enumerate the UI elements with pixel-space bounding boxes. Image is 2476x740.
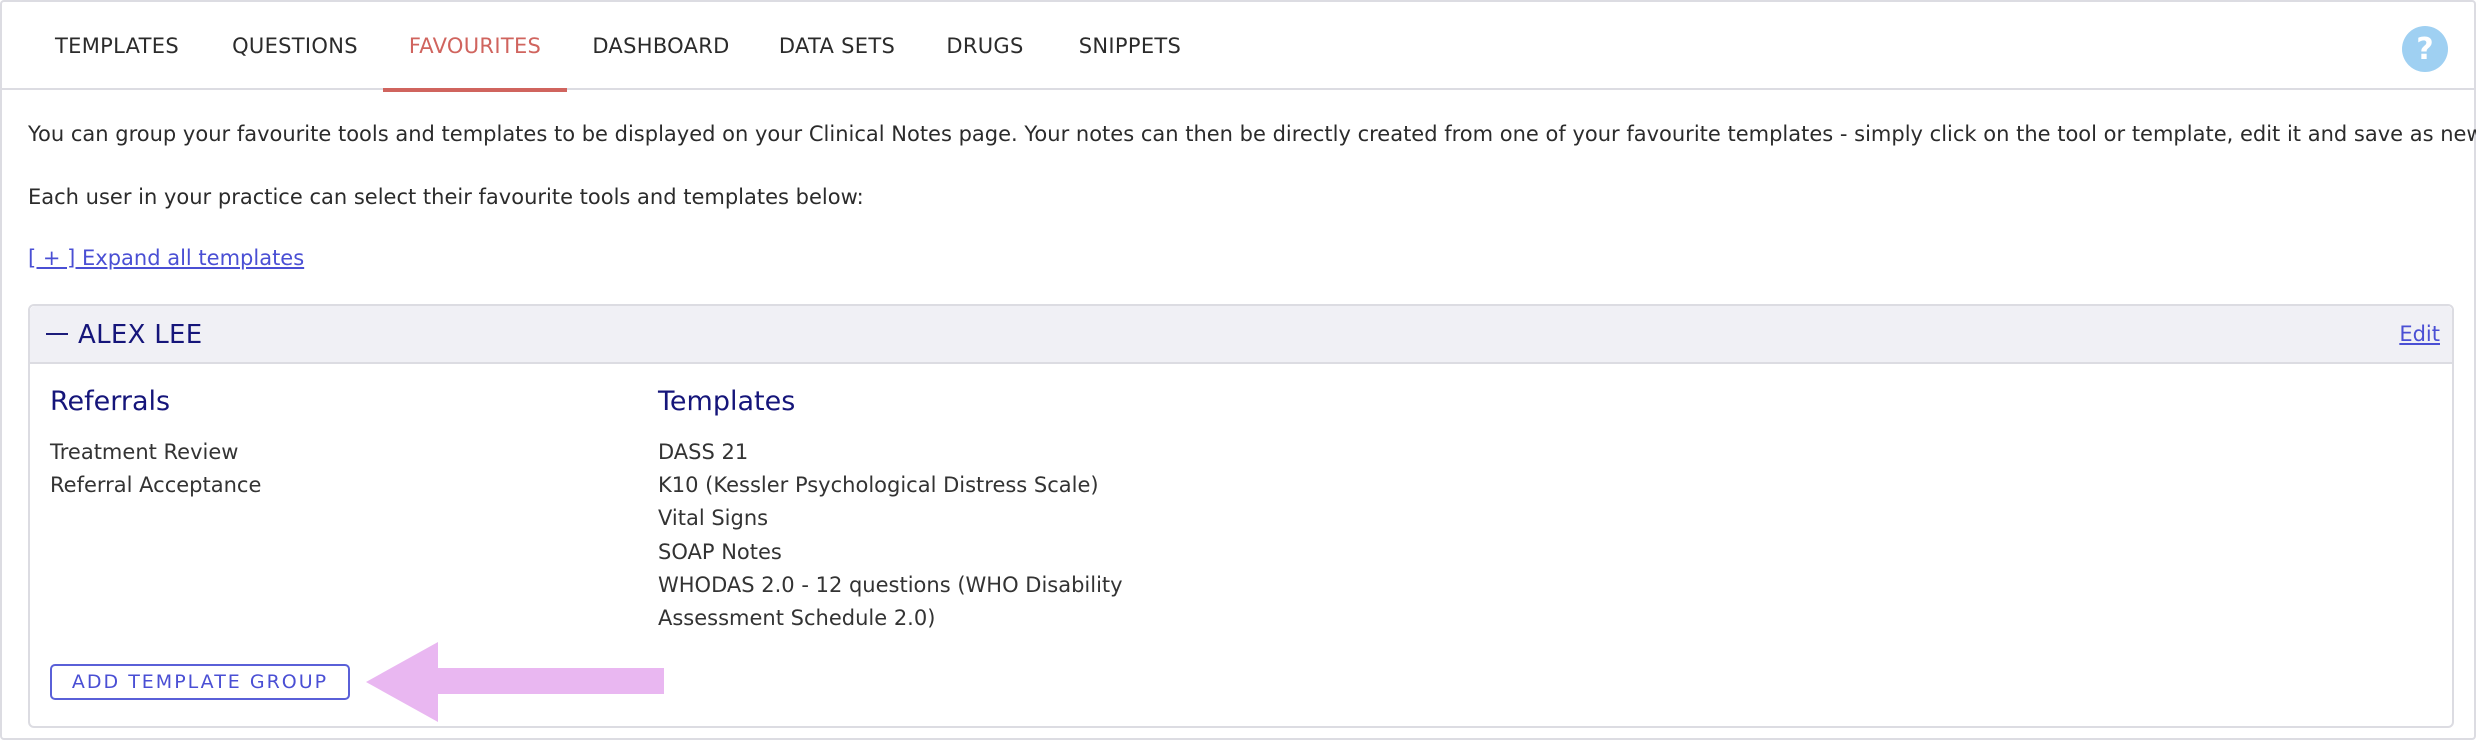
expand-all-link[interactable]: [ + ] Expand all templates (28, 246, 304, 270)
favourite-item-continued[interactable]: Assessment Schedule 2.0) (658, 606, 935, 630)
favourite-item[interactable]: K10 (Kessler Psychological Distress Scal… (658, 473, 1099, 497)
collapse-icon[interactable] (46, 333, 68, 335)
tab-favourites[interactable]: FAVOURITES (383, 2, 567, 92)
help-icon[interactable]: ? (2402, 26, 2448, 72)
tab-templates[interactable]: TEMPLATES (32, 2, 202, 90)
favourite-item[interactable]: SOAP Notes (658, 540, 782, 564)
user-name: ALEX LEE (78, 320, 203, 350)
favourite-item[interactable]: WHODAS 2.0 - 12 questions (WHO Disabilit… (658, 573, 1123, 597)
app-frame: TEMPLATES QUESTIONS FAVOURITES DASHBOARD… (0, 0, 2476, 740)
add-template-group-button[interactable]: ADD TEMPLATE GROUP (50, 664, 350, 700)
tab-snippets[interactable]: SNIPPETS (1064, 2, 1196, 90)
favourite-item[interactable]: Vital Signs (658, 506, 768, 530)
edit-link[interactable]: Edit (2399, 322, 2440, 346)
tab-dashboard[interactable]: DASHBOARD (580, 2, 742, 90)
intro-subtext: Each user in your practice can select th… (28, 185, 864, 209)
group-title-templates: Templates (658, 386, 796, 417)
card-header: ALEX LEE Edit (30, 306, 2452, 364)
favourite-item[interactable]: Treatment Review (50, 440, 238, 464)
tab-questions[interactable]: QUESTIONS (216, 2, 374, 90)
arrow-shape (366, 642, 664, 722)
tab-data-sets[interactable]: DATA SETS (764, 2, 910, 90)
favourite-item[interactable]: DASS 21 (658, 440, 748, 464)
favourite-item[interactable]: Referral Acceptance (50, 473, 261, 497)
group-title-referrals: Referrals (50, 386, 171, 417)
annotation-arrow-icon (366, 642, 664, 722)
tab-drugs[interactable]: DRUGS (934, 2, 1036, 90)
top-nav: TEMPLATES QUESTIONS FAVOURITES DASHBOARD… (2, 2, 2476, 92)
intro-text: You can group your favourite tools and t… (28, 122, 2476, 146)
